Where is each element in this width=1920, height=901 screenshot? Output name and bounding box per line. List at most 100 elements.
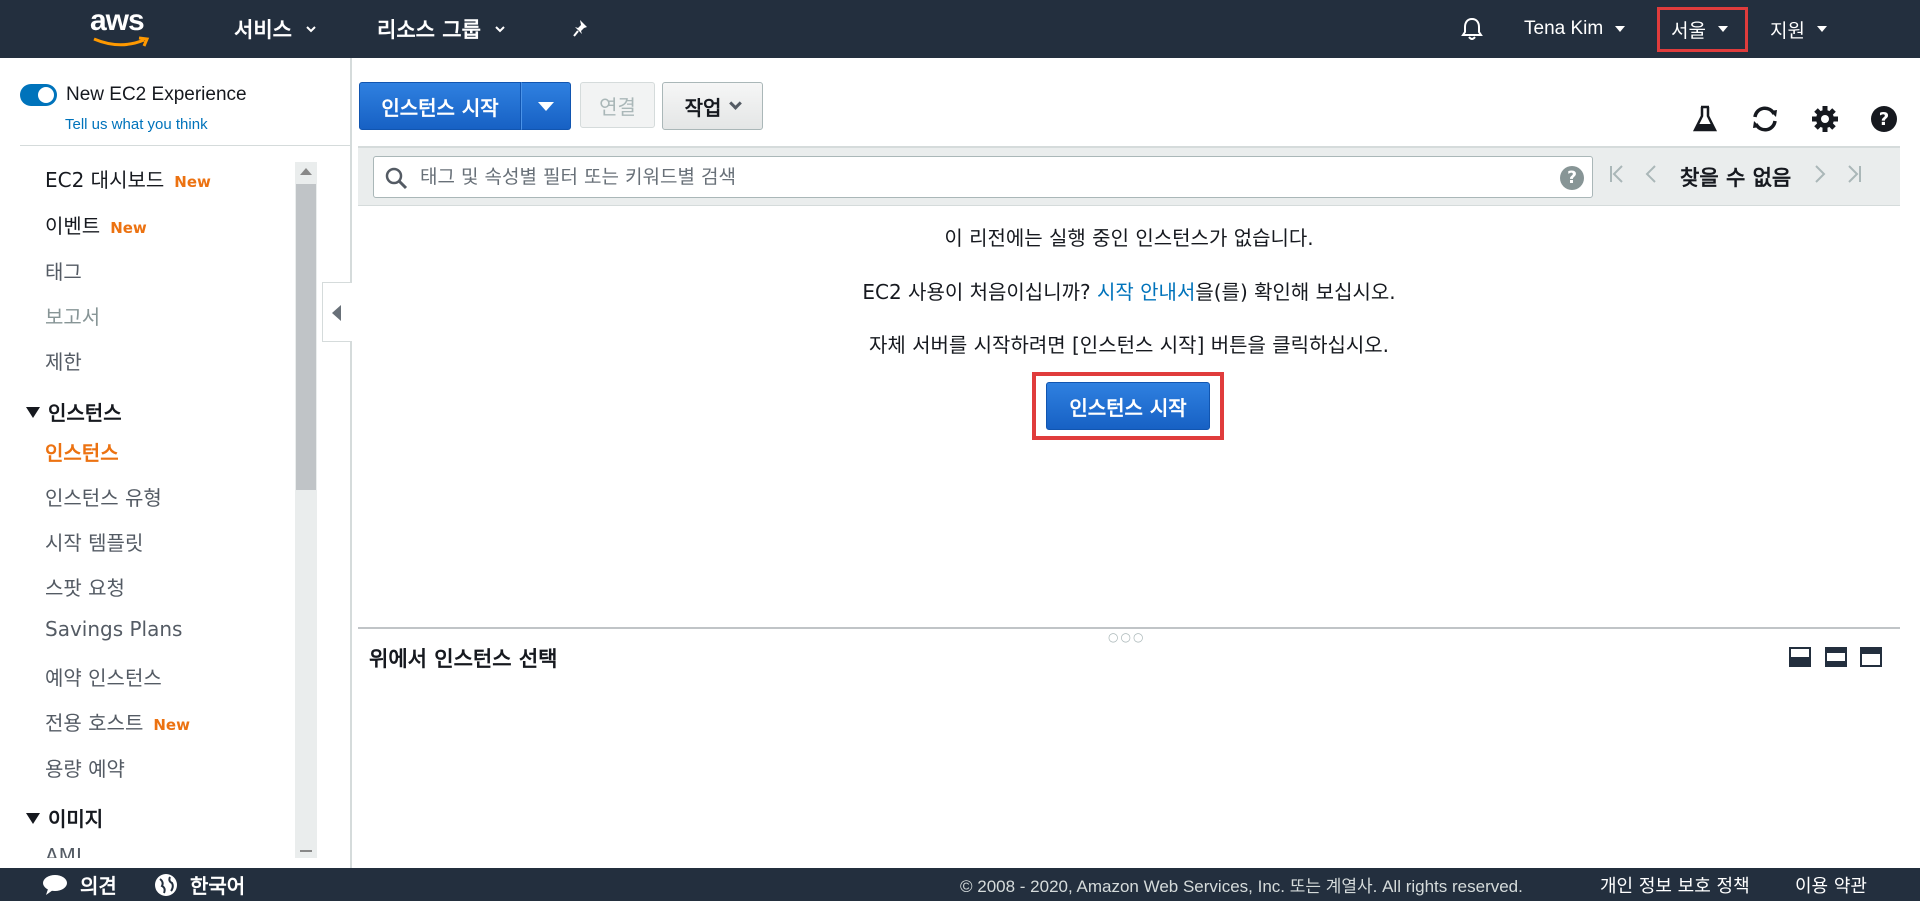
collapse-sidebar-button[interactable] bbox=[322, 282, 352, 342]
sidebar-item-instances[interactable]: 인스턴스 bbox=[45, 437, 119, 466]
support-menu[interactable]: 지원 bbox=[1770, 0, 1827, 58]
sidebar-item-reports[interactable]: 보고서 bbox=[45, 301, 100, 330]
region-menu[interactable]: 서울 bbox=[1671, 0, 1728, 58]
sidebar-item-ec2-dashboard[interactable]: EC2 대시보드 New bbox=[45, 164, 211, 193]
sidebar-item-label: 인스턴스 bbox=[45, 441, 119, 465]
resource-groups-menu[interactable]: 리소스 그룹 bbox=[377, 0, 505, 58]
globe-icon bbox=[155, 873, 177, 896]
feedback-button[interactable]: 의견 bbox=[42, 868, 117, 901]
previous-page-icon[interactable] bbox=[1644, 163, 1658, 191]
resource-groups-label: 리소스 그룹 bbox=[377, 18, 481, 42]
resize-handle-icon[interactable]: ○○○ bbox=[1108, 630, 1145, 644]
services-menu[interactable]: 서비스 bbox=[234, 0, 316, 58]
feedback-label: 의견 bbox=[80, 874, 117, 898]
sidebar-item-savings-plans[interactable]: Savings Plans bbox=[45, 617, 182, 641]
language-selector[interactable]: 한국어 bbox=[154, 868, 245, 901]
sidebar-item-label: 예약 인스턴스 bbox=[45, 666, 162, 690]
sidebar-item-label: 용량 예약 bbox=[45, 757, 125, 781]
pin-icon bbox=[573, 20, 587, 37]
next-page-icon[interactable] bbox=[1813, 163, 1827, 191]
region-label: 서울 bbox=[1671, 20, 1706, 42]
sidebar-item-label: 태그 bbox=[45, 260, 82, 284]
notifications-button[interactable] bbox=[1460, 0, 1484, 58]
new-badge: New bbox=[174, 173, 211, 191]
new-experience-toggle-row: New EC2 Experience bbox=[20, 84, 247, 106]
layout-bottom-small-icon[interactable] bbox=[1789, 647, 1811, 667]
no-instances-message: 이 리전에는 실행 중인 인스턴스가 없습니다. bbox=[944, 226, 1314, 250]
sidebar-item-dedicated-hosts[interactable]: 전용 호스트 New bbox=[45, 707, 190, 736]
actions-button[interactable]: 작업 bbox=[662, 82, 763, 130]
speech-bubble-icon bbox=[43, 874, 67, 895]
copyright-text: © 2008 - 2020, Amazon Web Services, Inc.… bbox=[960, 877, 1523, 896]
feedback-link[interactable]: Tell us what you think bbox=[65, 116, 208, 133]
search-icon bbox=[385, 167, 408, 190]
search-input[interactable] bbox=[420, 162, 1540, 192]
chevron-down-icon bbox=[729, 96, 743, 110]
sidebar-item-label: 스팟 요청 bbox=[45, 576, 125, 600]
sidebar-section-instances[interactable]: 인스턴스 bbox=[26, 397, 122, 426]
sidebar-item-instance-types[interactable]: 인스턴스 유형 bbox=[45, 482, 162, 511]
sidebar-item-spot-requests[interactable]: 스팟 요청 bbox=[45, 572, 125, 601]
sidebar-scrollbar[interactable] bbox=[295, 162, 317, 858]
gear-icon[interactable] bbox=[1808, 102, 1842, 136]
sidebar-divider bbox=[20, 145, 350, 146]
sidebar-item-label: 시작 템플릿 bbox=[45, 531, 144, 555]
scroll-up-arrow-icon[interactable] bbox=[300, 168, 312, 175]
launch-instance-button[interactable]: 인스턴스 시작 bbox=[359, 82, 521, 130]
section-label: 이미지 bbox=[48, 807, 104, 831]
caret-down-icon bbox=[538, 101, 554, 111]
getting-started-suffix: 을(를) 확인해 보십시오. bbox=[1195, 280, 1396, 304]
new-experience-toggle[interactable] bbox=[20, 84, 57, 106]
sidebar-item-tags[interactable]: 태그 bbox=[45, 256, 82, 285]
chevron-down-icon bbox=[306, 26, 316, 33]
expand-triangle-icon bbox=[26, 407, 40, 418]
pagination: 찾을 수 없음 bbox=[1608, 148, 1881, 206]
sidebar-item-events[interactable]: 이벤트 New bbox=[45, 210, 147, 239]
search-help-icon[interactable]: ? bbox=[1560, 166, 1584, 190]
getting-started-guide-link[interactable]: 시작 안내서 bbox=[1097, 280, 1195, 304]
terms-of-use-link[interactable]: 이용 약관 bbox=[1795, 868, 1867, 901]
caret-down-icon bbox=[1816, 26, 1827, 32]
sidebar-item-launch-templates[interactable]: 시작 템플릿 bbox=[45, 527, 143, 556]
sidebar-item-label: Savings Plans bbox=[45, 617, 183, 641]
aws-logo[interactable]: aws bbox=[90, 6, 154, 50]
privacy-policy-link[interactable]: 개인 정보 보호 정책 bbox=[1600, 868, 1750, 901]
section-label: 인스턴스 bbox=[48, 401, 122, 425]
flask-icon[interactable] bbox=[1688, 102, 1722, 136]
pin-button[interactable] bbox=[572, 0, 594, 58]
help-icon[interactable]: ? bbox=[1867, 102, 1901, 136]
layout-top-icon[interactable] bbox=[1860, 647, 1882, 667]
sidebar-item-label: 이벤트 bbox=[45, 214, 101, 238]
sidebar-item-ami[interactable]: AMI bbox=[45, 844, 82, 858]
caret-down-icon bbox=[1615, 26, 1626, 32]
first-page-icon[interactable] bbox=[1608, 163, 1626, 191]
refresh-icon[interactable] bbox=[1748, 102, 1782, 136]
layout-split-icon[interactable] bbox=[1825, 647, 1847, 667]
panel-split-divider[interactable] bbox=[358, 627, 1900, 629]
user-menu[interactable]: Tena Kim bbox=[1524, 0, 1626, 58]
sidebar-item-limits[interactable]: 제한 bbox=[45, 346, 82, 375]
scrollbar-thumb[interactable] bbox=[296, 184, 316, 490]
connect-button[interactable]: 연결 bbox=[580, 82, 655, 128]
sidebar-item-reserved-instances[interactable]: 예약 인스턴스 bbox=[45, 662, 162, 691]
scroll-down-arrow-icon[interactable] bbox=[300, 850, 312, 852]
launch-hint-message: 자체 서버를 시작하려면 [인스턴스 시작] 버튼을 클릭하십시오. bbox=[868, 333, 1390, 357]
new-badge: New bbox=[153, 716, 190, 734]
chevron-down-icon bbox=[495, 26, 505, 33]
sidebar-item-capacity-reservations[interactable]: 용량 예약 bbox=[45, 753, 125, 782]
getting-started-prefix: EC2 사용이 처음이십니까? bbox=[862, 280, 1091, 304]
launch-instance-center-button[interactable]: 인스턴스 시작 bbox=[1046, 382, 1210, 430]
details-panel-title: 위에서 인스턴스 선택 bbox=[369, 647, 558, 671]
sidebar-section-images[interactable]: 이미지 bbox=[26, 803, 103, 832]
sidebar-item-label: 보고서 bbox=[45, 305, 101, 329]
launch-instance-dropdown-button[interactable] bbox=[521, 82, 571, 130]
new-experience-label: New EC2 Experience bbox=[66, 84, 247, 105]
last-page-icon[interactable] bbox=[1845, 163, 1863, 191]
sidebar-menu: EC2 대시보드 New 이벤트 New 태그 보고서 제한 인스턴스 인스턴스 인… bbox=[0, 158, 295, 858]
sidebar-item-label: AMI bbox=[45, 844, 82, 858]
sidebar-item-label: 제한 bbox=[45, 350, 82, 374]
aws-smile-icon bbox=[93, 36, 150, 47]
launch-instance-button-group: 인스턴스 시작 bbox=[359, 82, 571, 130]
sidebar-item-label: EC2 대시보드 bbox=[45, 168, 165, 192]
search-filter-bar: ? 찾을 수 없음 bbox=[358, 146, 1900, 206]
